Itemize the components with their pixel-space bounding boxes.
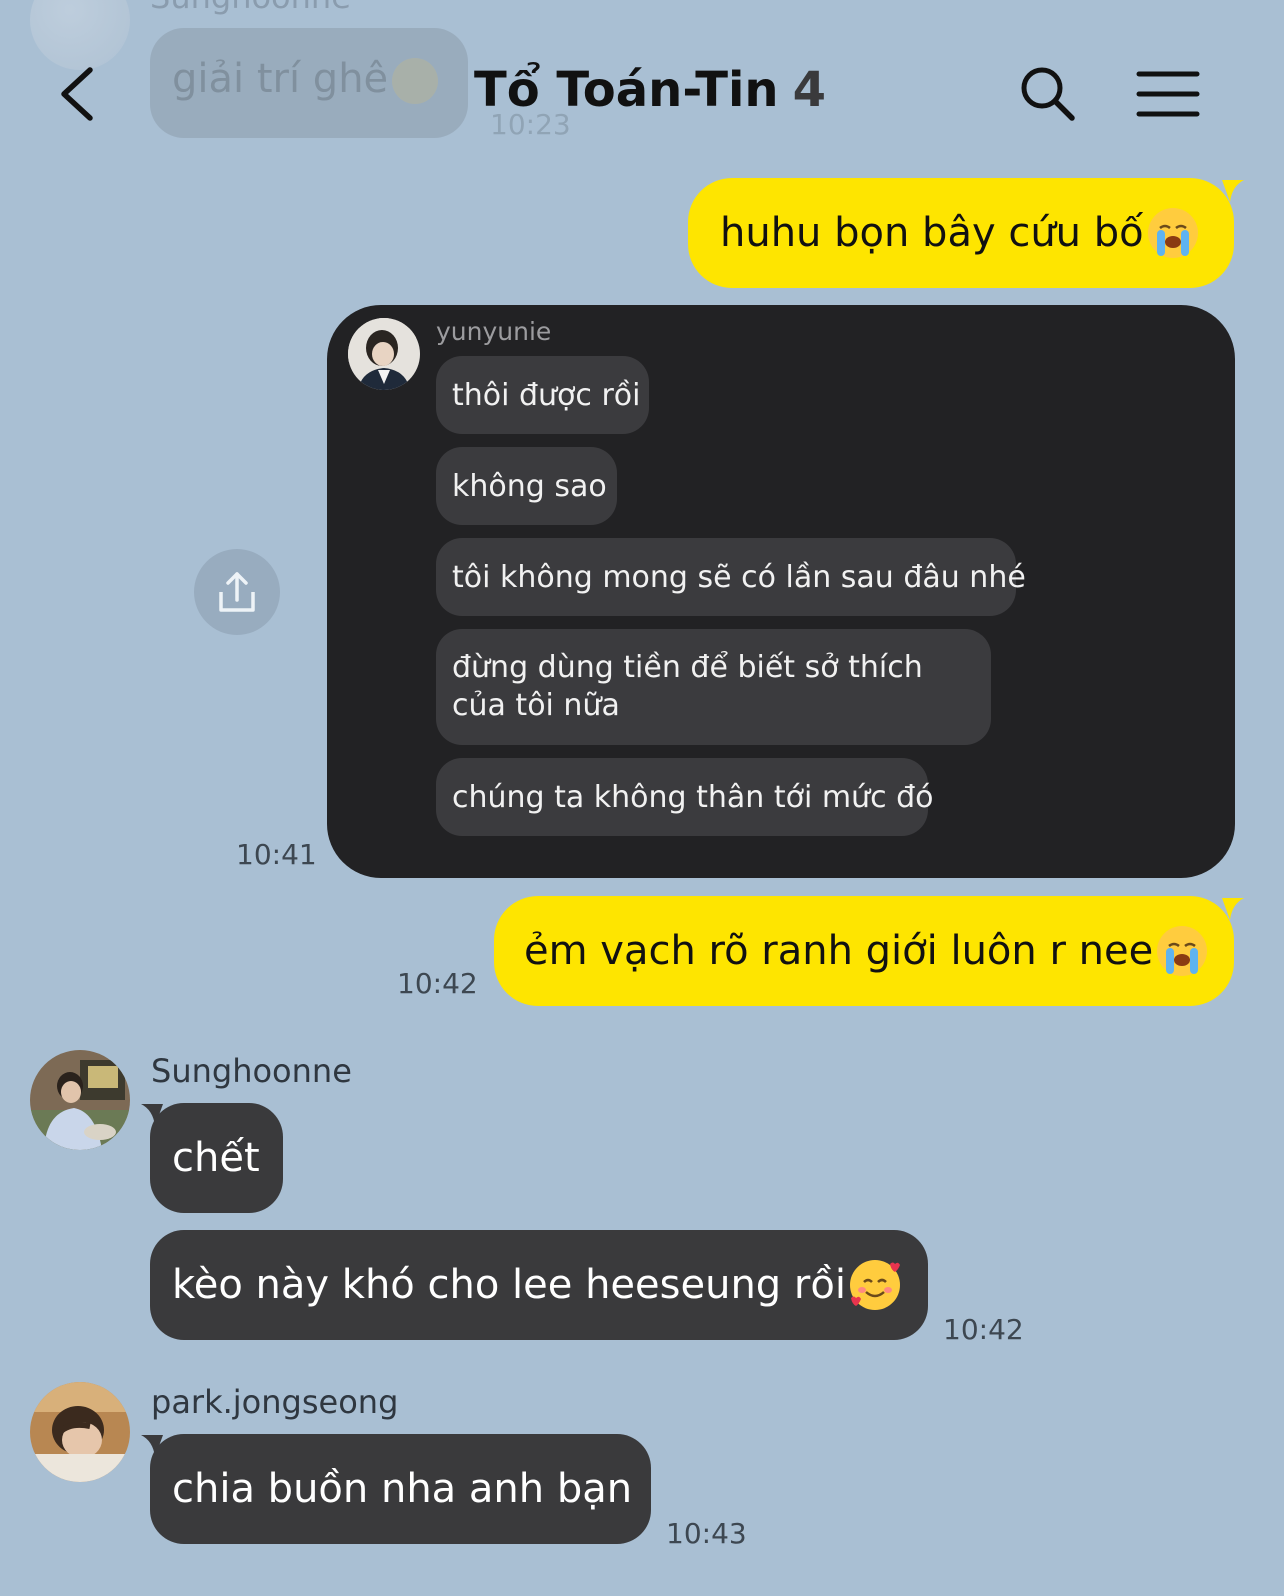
outgoing-message-bubble[interactable]: ẻm vạch rõ ranh giới luôn r nee: [494, 896, 1234, 1006]
screenshot-message-bubble: thôi được rồi: [436, 356, 649, 434]
avatar[interactable]: [30, 0, 130, 70]
search-button[interactable]: [1018, 64, 1078, 124]
sender-name: Sunghoonne: [151, 1052, 352, 1090]
loudly-crying-face-emoji: [1157, 926, 1208, 976]
message-time: 10:42: [943, 1313, 1024, 1346]
smiling-face-emoji: [392, 58, 439, 104]
message-time: 10:41: [236, 838, 317, 871]
avatar: [348, 318, 420, 390]
loudly-crying-face-emoji: [1147, 208, 1198, 258]
screenshot-sender-name: yunyunie: [436, 317, 552, 346]
smiling-face-with-hearts-emoji: [849, 1260, 900, 1310]
bubble-tail: [1222, 180, 1244, 202]
share-icon: [219, 572, 255, 612]
back-button[interactable]: [50, 62, 110, 126]
sender-name: park.jongseong: [151, 1383, 399, 1421]
message-text: chia buồn nha anh bạn: [172, 1466, 633, 1512]
message-text: chết: [172, 1135, 260, 1181]
chat-name: Tổ Toán-Tin: [474, 62, 779, 118]
screenshot-message-bubble: không sao: [436, 447, 617, 525]
message-time: 10:43: [666, 1517, 747, 1550]
message-text: huhu bọn bây cứu bố: [720, 210, 1144, 256]
menu-icon: [1136, 71, 1200, 117]
message-text: ẻm vạch rõ ranh giới luôn r nee: [524, 928, 1154, 974]
chat-title: Tổ Toán-Tin 4: [474, 62, 826, 118]
sender-name: Sunghoonne: [150, 0, 351, 16]
screenshot-message-bubble: tôi không mong sẽ có lần sau đâu nhé: [436, 538, 1026, 616]
chevron-left-icon: [61, 67, 93, 121]
share-button[interactable]: [194, 549, 280, 635]
message-text: giải trí ghê: [172, 56, 439, 104]
avatar[interactable]: [30, 1050, 130, 1150]
bubble-tail: [1222, 898, 1244, 920]
search-icon: [1021, 67, 1075, 121]
screenshot-message-bubble: đừng dùng tiền để biết sở thích của tôi …: [436, 629, 991, 745]
incoming-message-bubble[interactable]: kèo này khó cho lee heeseung rồi: [150, 1230, 928, 1340]
incoming-message-bubble[interactable]: chết: [150, 1103, 283, 1213]
menu-button[interactable]: [1136, 70, 1200, 118]
message-time: 10:42: [397, 967, 478, 1000]
message-text: kèo này khó cho lee heeseung rồi: [172, 1262, 846, 1308]
screenshot-message-bubble: chúng ta không thân tới mức đó: [436, 758, 934, 836]
avatar[interactable]: [30, 1382, 130, 1482]
member-count: 4: [792, 62, 826, 118]
outgoing-message-bubble[interactable]: huhu bọn bây cứu bố: [688, 178, 1234, 288]
incoming-message-bubble[interactable]: chia buồn nha anh bạn: [150, 1434, 651, 1544]
